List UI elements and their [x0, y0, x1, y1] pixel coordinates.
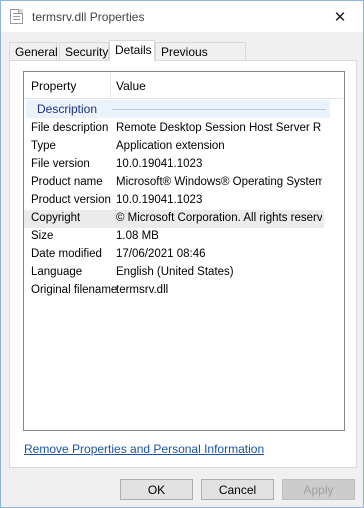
list-item-selected[interactable]: Copyright © Microsoft Corporation. All r… [24, 210, 324, 228]
property-value: Remote Desktop Session Host Server R... [116, 122, 322, 134]
property-name: File version [31, 158, 90, 170]
cancel-button[interactable]: Cancel [201, 479, 274, 500]
details-panel: Property Value Description File descript… [9, 60, 357, 468]
property-value: 10.0.19041.1023 [116, 194, 203, 206]
property-name: Size [31, 230, 54, 242]
list-item[interactable]: File version 10.0.19041.1023 [24, 156, 324, 174]
property-value: termsrv.dll [116, 284, 169, 296]
apply-button[interactable]: Apply [282, 479, 355, 500]
list-item[interactable]: File description Remote Desktop Session … [24, 120, 324, 138]
list-item[interactable]: Product version 10.0.19041.1023 [24, 192, 324, 210]
list-item[interactable]: Date modified 17/06/2021 08:46 [24, 246, 324, 264]
list-item[interactable]: Language English (United States) [24, 264, 324, 282]
title-bar: termsrv.dll Properties ✕ [1, 1, 363, 32]
details-list[interactable]: Property Value Description File descript… [23, 71, 345, 431]
property-name: Product name [31, 176, 103, 188]
property-value: Microsoft® Windows® Operating System [116, 176, 322, 188]
tab-previous-versions[interactable]: Previous Versions [155, 42, 246, 73]
property-value: 10.0.19041.1023 [116, 158, 203, 170]
list-item[interactable]: Original filename termsrv.dll [24, 282, 324, 300]
list-item[interactable]: Size 1.08 MB [24, 228, 324, 246]
property-rows: File description Remote Desktop Session … [24, 120, 344, 300]
property-name: Original filename [31, 284, 118, 296]
tab-security[interactable]: Security [59, 42, 109, 61]
tab-general[interactable]: General [9, 42, 58, 61]
property-name: Date modified [31, 248, 102, 260]
property-value: English (United States) [116, 266, 234, 278]
property-value: 1.08 MB [116, 230, 159, 242]
list-item[interactable]: Product name Microsoft® Windows® Operati… [24, 174, 324, 192]
property-value: 17/06/2021 08:46 [116, 248, 206, 260]
column-header-value[interactable]: Value [116, 79, 146, 93]
tab-details[interactable]: Details [109, 40, 155, 61]
properties-dialog: termsrv.dll Properties ✕ General Securit… [0, 0, 364, 508]
property-value: © Microsoft Corporation. All rights rese… [116, 212, 322, 224]
column-divider[interactable] [110, 72, 111, 99]
column-header-property[interactable]: Property [31, 79, 76, 93]
list-header: Property Value [24, 72, 344, 99]
ok-button[interactable]: OK [120, 479, 193, 500]
window-title: termsrv.dll Properties [32, 10, 145, 24]
tab-strip: General Security Details Previous Versio… [9, 40, 359, 73]
list-item[interactable]: Type Application extension [24, 138, 324, 156]
group-header: Description [26, 100, 330, 118]
group-divider [112, 109, 326, 110]
property-name: Product version [31, 194, 111, 206]
property-name: File description [31, 122, 109, 134]
group-label: Description [37, 102, 98, 116]
remove-properties-link[interactable]: Remove Properties and Personal Informati… [24, 442, 264, 456]
close-button[interactable]: ✕ [317, 1, 363, 32]
property-name: Type [31, 140, 56, 152]
property-name: Copyright [31, 212, 81, 224]
property-name: Language [31, 266, 83, 278]
file-icon [10, 9, 23, 24]
property-value: Application extension [116, 140, 225, 152]
